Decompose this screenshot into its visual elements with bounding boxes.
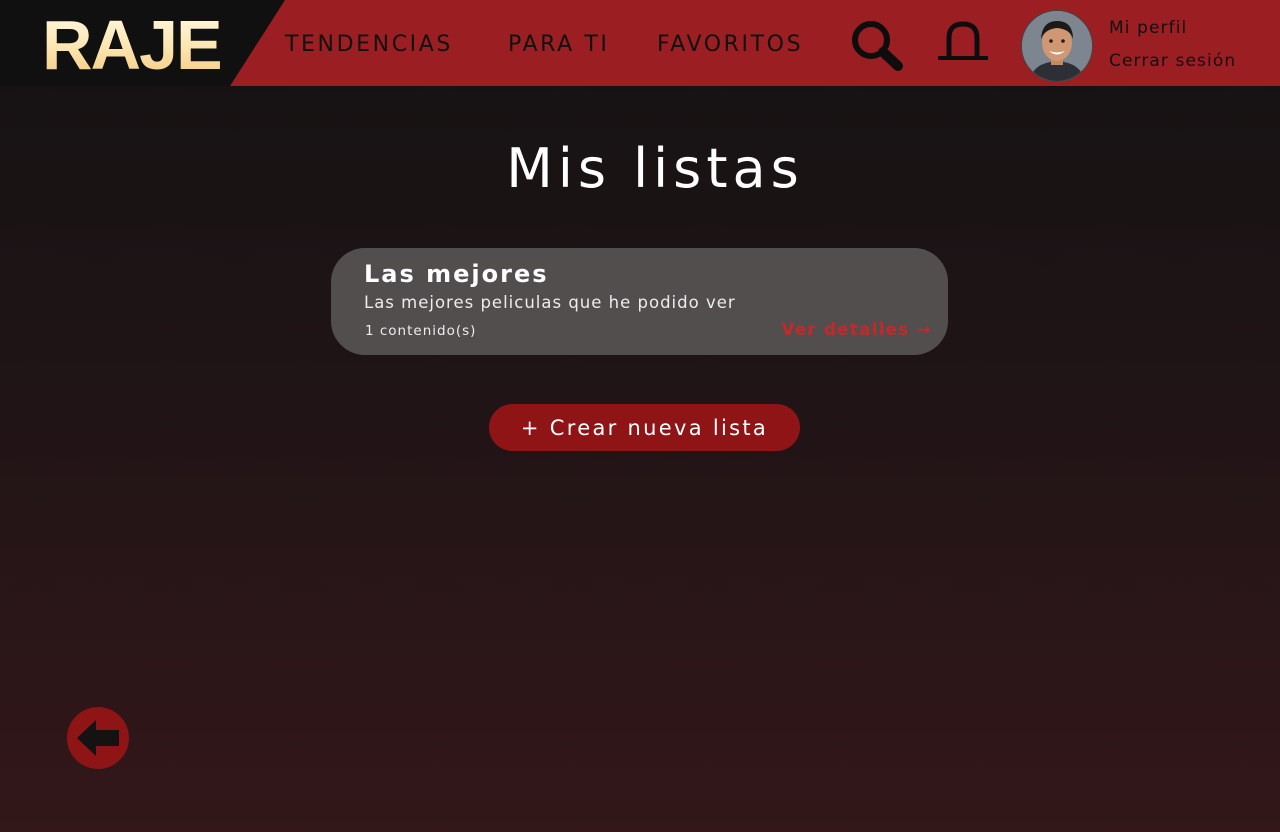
list-description: Las mejores peliculas que he podido ver xyxy=(364,293,736,312)
nav-favoritos[interactable]: FAVORITOS xyxy=(657,28,803,62)
nav-para-ti[interactable]: PARA TI xyxy=(508,28,609,62)
user-avatar[interactable] xyxy=(1021,10,1093,82)
search-icon[interactable] xyxy=(848,18,906,74)
app-logo[interactable]: RAJE xyxy=(42,6,223,84)
nav-tendencias[interactable]: TENDENCIAS xyxy=(285,28,453,62)
create-list-button[interactable]: + Crear nueva lista xyxy=(489,404,800,451)
view-details-link[interactable]: Ver detalles → xyxy=(782,320,932,339)
list-item-count: 1 contenido(s) xyxy=(365,323,477,339)
bell-icon[interactable] xyxy=(935,18,991,66)
back-button[interactable] xyxy=(67,707,129,769)
arrow-left-icon xyxy=(77,720,119,756)
logout-link[interactable]: Cerrar sesión xyxy=(1109,51,1236,71)
list-name: Las mejores xyxy=(364,260,549,288)
list-card[interactable]: Las mejores Las mejores peliculas que he… xyxy=(331,248,948,355)
top-navbar: RAJE TENDENCIAS PARA TI FAVORITOS Mi per… xyxy=(0,0,1280,86)
my-profile-link[interactable]: Mi perfil xyxy=(1109,18,1187,38)
logo-area[interactable]: RAJE xyxy=(0,0,285,86)
page-title: Mis listas xyxy=(506,137,804,200)
